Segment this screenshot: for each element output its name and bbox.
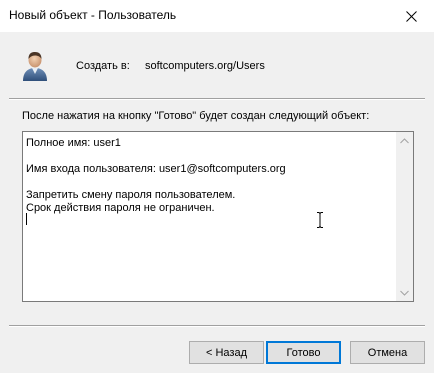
close-icon <box>405 10 417 22</box>
summary-line: Имя входа пользователя: user1@softcomput… <box>26 163 286 175</box>
close-button[interactable] <box>388 0 434 32</box>
user-icon <box>23 52 47 81</box>
back-button[interactable]: < Назад <box>189 341 264 364</box>
vertical-scrollbar[interactable] <box>396 132 413 301</box>
summary-text: Полное имя: user1 Имя входа пользователя… <box>26 137 396 215</box>
summary-line <box>26 176 396 189</box>
divider <box>9 325 425 327</box>
window-title: Новый объект - Пользователь <box>9 8 177 22</box>
cancel-button[interactable]: Отмена <box>350 341 425 364</box>
text-caret <box>26 213 27 225</box>
chevron-down-icon <box>400 290 409 296</box>
summary-line <box>26 150 396 163</box>
create-in-label: Создать в: <box>76 60 130 72</box>
summary-line: Запретить смену пароля пользователем. <box>26 189 236 201</box>
summary-line: Срок действия пароля не ограничен. <box>26 202 215 214</box>
chevron-up-icon <box>400 137 409 143</box>
summary-line: Полное имя: user1 <box>26 137 121 149</box>
title-bar: Новый объект - Пользователь <box>0 0 434 32</box>
dialog-body: Создать в: softcomputers.org/Users После… <box>0 32 434 373</box>
divider <box>9 98 425 100</box>
finish-button[interactable]: Готово <box>266 341 341 364</box>
scroll-up-button[interactable] <box>396 132 413 149</box>
summary-description: После нажатия на кнопку "Готово" будет с… <box>22 110 370 122</box>
text-cursor-icon <box>317 212 323 228</box>
summary-textbox[interactable]: Полное имя: user1 Имя входа пользователя… <box>22 131 414 302</box>
create-in-path: softcomputers.org/Users <box>145 60 265 72</box>
scroll-down-button[interactable] <box>396 284 413 301</box>
